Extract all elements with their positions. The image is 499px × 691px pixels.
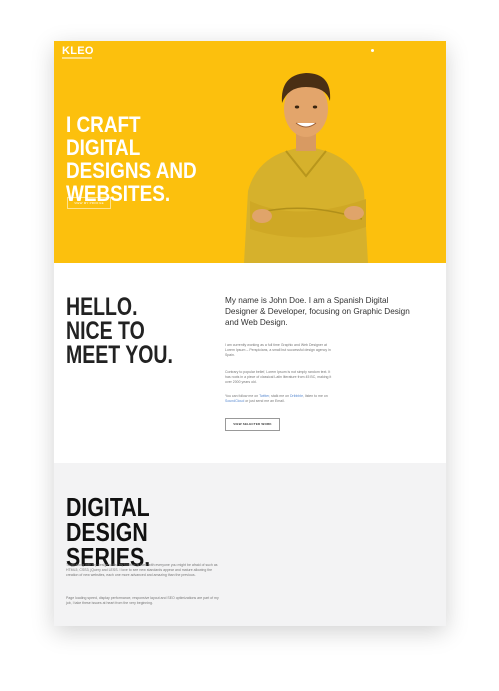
site-logo[interactable]: KLEO: [62, 45, 94, 57]
series-section: DIGITAL DESIGN SERIES. To go along with …: [54, 463, 446, 626]
twitter-link[interactable]: Twitter: [259, 394, 269, 398]
intro-heading: HELLO. NICE TO MEET YOU.: [66, 293, 173, 369]
intro-section: HELLO. NICE TO MEET YOU. My name is John…: [54, 263, 446, 463]
series-paragraph-2: Page loading speed, display performance,…: [66, 596, 219, 606]
follow-text-3: , listen to me on: [303, 394, 328, 398]
series-paragraph-1: To go along with my design skills, my to…: [66, 563, 218, 578]
portrait-photo: [244, 73, 368, 263]
follow-text-4: or just send me an Email.: [244, 399, 285, 404]
intro-paragraph-3: You can follow me on Twitter, stalk me o…: [225, 394, 333, 404]
intro-paragraph-2: Contrary to popular belief, Lorem Ipsum …: [225, 370, 332, 385]
website-preview: KLEO I CRAFT DIGITAL DESIGNS AND WEBSITE…: [54, 41, 446, 626]
logo-underline: [62, 57, 92, 59]
dribbble-link[interactable]: Dribbble: [290, 394, 303, 398]
follow-text-2: , stalk me on: [269, 394, 291, 398]
series-heading: DIGITAL DESIGN SERIES.: [66, 492, 151, 572]
follow-text: You can follow me on: [225, 394, 260, 398]
intro-lead: My name is John Doe. I am a Spanish Digi…: [225, 296, 410, 327]
hero-section: KLEO I CRAFT DIGITAL DESIGNS AND WEBSITE…: [54, 41, 446, 263]
view-profile-button[interactable]: VIEW MY PROFILE: [67, 197, 111, 209]
soundcloud-link[interactable]: SoundCloud: [225, 399, 244, 403]
hero-title: I CRAFT DIGITAL DESIGNS AND WEBSITES.: [66, 112, 197, 206]
intro-paragraph-1: I am currently working as a full time Gr…: [225, 343, 331, 358]
view-selected-work-button[interactable]: VIEW SELECTED WORK: [225, 418, 280, 431]
